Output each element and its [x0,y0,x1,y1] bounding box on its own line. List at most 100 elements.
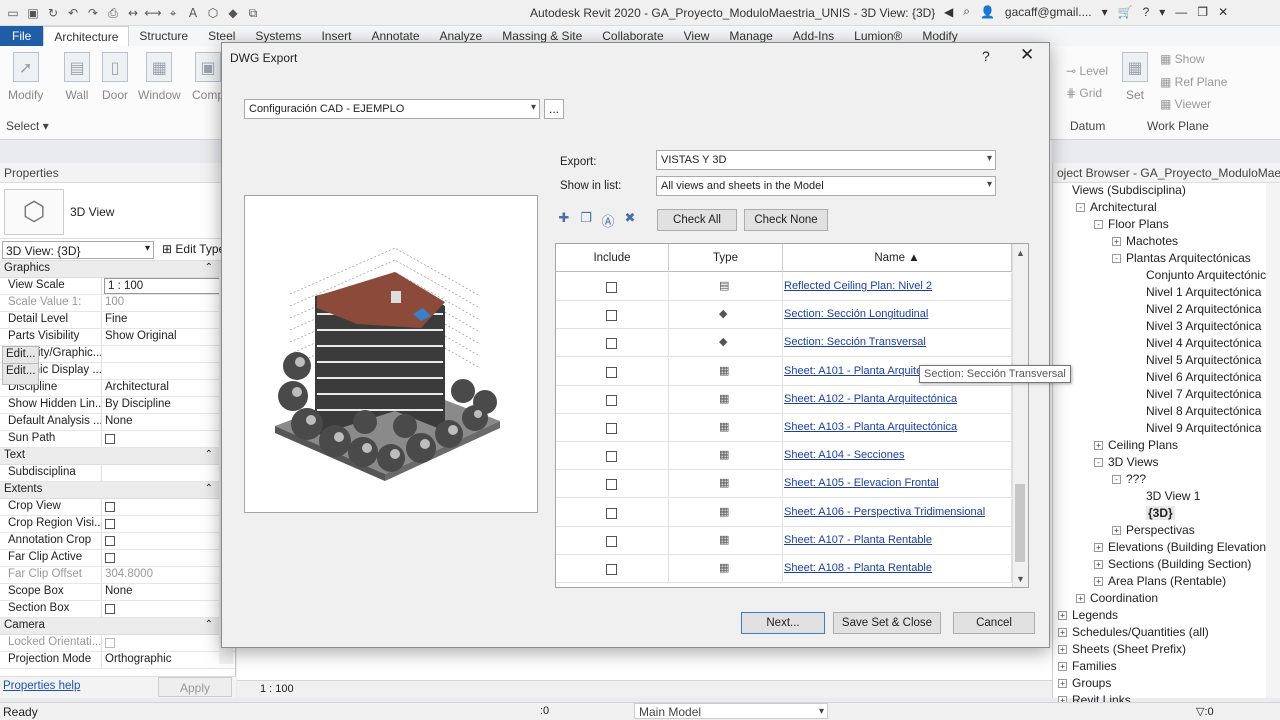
property-value[interactable]: None [102,414,235,430]
browser-node[interactable]: Sheets (Sheet Prefix) [1072,642,1186,656]
section-extents[interactable]: Extents ⌃ [0,482,235,499]
property-checkbox[interactable] [105,519,115,529]
include-checkbox[interactable] [606,423,617,434]
expand-icon[interactable]: + [1058,679,1067,688]
open-icon[interactable]: ▭ [6,6,20,20]
browser-node[interactable]: Nivel 1 Arquitectónica [1146,285,1261,299]
cart-icon[interactable]: 🛒 [1118,5,1133,19]
property-value[interactable] [102,516,235,532]
dialog-help-button[interactable]: ? [982,48,990,64]
next-button[interactable]: Next... [741,612,825,634]
section-graphics[interactable]: Graphics ⌃ [0,261,235,278]
browser-node[interactable]: 3D View 1 [1146,489,1200,503]
set-workplane-button[interactable]: ▦ Set [1122,52,1148,102]
expand-icon[interactable]: + [1058,628,1067,637]
section-text[interactable]: Text ⌃ [0,448,235,465]
cancel-button[interactable]: Cancel [953,612,1035,634]
duplicate-set-icon[interactable]: ❐ [578,211,594,227]
include-checkbox[interactable] [606,535,617,547]
tag-icon[interactable]: ⌖ [166,6,180,20]
property-value[interactable] [102,499,235,515]
measure-icon[interactable]: ↔ [126,6,140,20]
user-menu-chevron-icon[interactable]: ▾ [1102,5,1108,19]
browser-node[interactable]: Nivel 8 Arquitectónica [1146,404,1261,418]
export-select[interactable]: VISTAS Y 3D ▾ [656,150,996,170]
include-checkbox[interactable] [606,310,617,322]
new-set-icon[interactable]: ✚ [556,211,572,227]
door-button[interactable]: ▯ Door [102,52,128,102]
view-name-link[interactable]: Section: Sección Transversal [784,336,926,348]
browser-node[interactable]: ??? [1126,472,1146,486]
property-value[interactable]: 304.8000 [102,567,235,583]
browser-node[interactable]: Schedules/Quantities (all) [1072,625,1209,639]
browser-node[interactable]: Nivel 9 Arquitectónica [1146,421,1261,435]
property-value[interactable]: Show Original [102,329,235,345]
browser-node[interactable]: Nivel 2 Arquitectónica [1146,302,1261,316]
property-value[interactable] [102,465,235,481]
property-checkbox[interactable] [105,502,115,512]
tab-file[interactable]: File [0,26,44,46]
browser-node[interactable]: Nivel 7 Arquitectónica [1146,387,1261,401]
browser-node[interactable]: Legends [1072,608,1118,622]
save-icon[interactable]: ▣ [26,6,40,20]
expand-icon[interactable]: + [1058,662,1067,671]
view-scale[interactable]: 1 : 100 [260,683,294,695]
viewer-button[interactable]: ▦ Viewer [1160,97,1211,111]
property-checkbox[interactable] [105,553,115,563]
browser-node[interactable]: Nivel 5 Arquitectónica [1146,353,1261,367]
view-name-link[interactable]: Sheet: A108 - Planta Rentable [784,562,932,574]
view-name-link[interactable]: Sheet: A105 - Elevacion Frontal [784,477,939,489]
collapse-icon[interactable]: - [1112,475,1121,484]
include-checkbox[interactable] [606,479,617,491]
check-none-button[interactable]: Check None [744,209,828,231]
browser-node[interactable]: {3D} [1146,506,1175,520]
property-checkbox[interactable] [105,434,115,444]
nav-back-icon[interactable]: ◀ [944,5,953,19]
browser-node[interactable]: 3D Views [1108,455,1158,469]
property-checkbox[interactable] [105,536,115,546]
close-windows-icon[interactable]: ⧉ [246,6,260,20]
close-window-icon[interactable]: ✕ [1218,5,1228,19]
collapse-icon[interactable]: - [1094,220,1103,229]
browser-node[interactable]: Conjunto Arquitectónica [1146,268,1273,282]
property-value[interactable]: None [102,584,235,600]
help-icon[interactable]: ? [1143,5,1150,19]
view-name-link[interactable]: Sheet: A103 - Planta Arquitectónica [784,421,957,433]
browser-node[interactable]: Nivel 3 Arquitectónica [1146,319,1261,333]
project-browser-scrollbar[interactable] [1266,183,1280,698]
property-value[interactable]: Fine [102,312,235,328]
column-type[interactable]: Type [669,244,783,272]
browser-node[interactable]: Nivel 4 Arquitectónica [1146,336,1261,350]
edit-type-button[interactable]: ⊞ Edit Type [162,242,225,256]
browser-node[interactable]: Sections (Building Section) [1108,557,1251,571]
properties-help-link[interactable]: Properties help [3,680,80,692]
ref-plane-button[interactable]: ▦ Ref Plane [1160,75,1227,89]
property-checkbox[interactable] [105,604,115,614]
property-value[interactable] [102,601,235,617]
include-checkbox[interactable] [606,282,617,293]
column-name[interactable]: Name ▲ [783,244,1012,272]
level-button[interactable]: ⊸ Level [1066,64,1108,78]
binoculars-icon[interactable]: ⌕ [963,4,970,19]
browser-node[interactable]: Ceiling Plans [1108,438,1178,452]
export-setup-select[interactable]: Configuración CAD - EJEMPLO ▾ [244,99,540,119]
user-name[interactable]: gacaff@gmail.... [1005,5,1092,19]
view-name-link[interactable]: Section: Sección Longitudinal [784,308,928,320]
expand-icon[interactable]: + [1058,645,1067,654]
minimize-icon[interactable]: — [1175,5,1187,19]
show-in-list-select[interactable]: All views and sheets in the Model ▾ [656,176,996,196]
browser-node[interactable]: Views (Subdisciplina) [1072,183,1186,197]
browser-node[interactable]: Architectural [1090,200,1157,214]
sync-icon[interactable]: ↻ [46,6,60,20]
expand-icon[interactable]: + [1076,594,1085,603]
modify-setup-button[interactable]: ... [544,99,564,119]
check-all-button[interactable]: Check All [657,209,737,231]
browser-node[interactable]: Perspectivas [1126,523,1195,537]
show-workplane-button[interactable]: ▦ Show [1160,52,1205,66]
property-value[interactable]: By Discipline [102,397,235,413]
user-icon[interactable]: 👤 [980,5,995,19]
view-instance-select[interactable]: 3D View: {3D} ▾ [2,241,154,259]
scroll-down-icon[interactable]: ▼ [1016,574,1025,584]
window-button[interactable]: ▦ Window [138,52,181,102]
property-value[interactable] [102,533,235,549]
